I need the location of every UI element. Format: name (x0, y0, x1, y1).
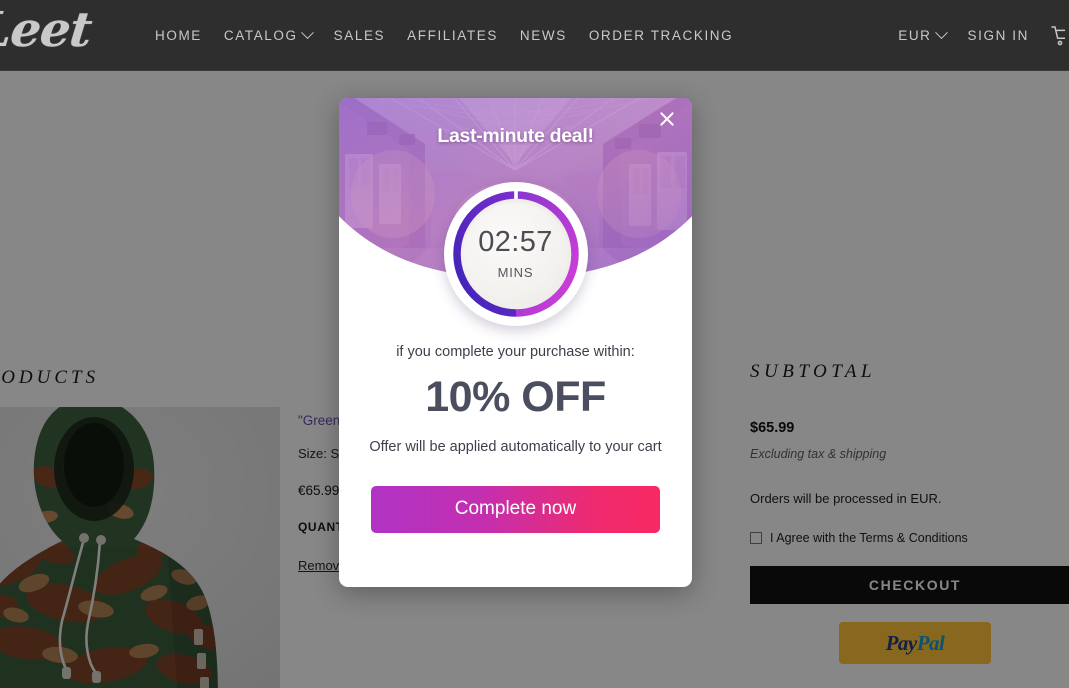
timer-value: 02:57 (478, 226, 553, 258)
main-navigation: HOME CATALOG SALES AFFILIATES NEWS ORDER… (155, 0, 733, 71)
nav-label: SALES (333, 28, 386, 43)
promo-subtext: Offer will be applied automatically to y… (369, 439, 662, 455)
header-right-actions: EUR SIGN IN (898, 0, 1069, 71)
countdown-timer: 02:57 MINS (443, 182, 588, 326)
complete-now-button[interactable]: Complete now (371, 485, 660, 533)
nav-item-affiliates[interactable]: AFFILIATES (407, 28, 498, 43)
timer-unit-label: MINS (497, 265, 534, 280)
timer-face: 02:57 MINS (460, 199, 571, 309)
nav-item-sales[interactable]: SALES (334, 28, 386, 43)
site-header: Leet HOME CATALOG SALES AFFILIATES NEWS … (0, 0, 1069, 71)
nav-item-news[interactable]: NEWS (520, 28, 567, 43)
nav-item-home[interactable]: HOME (155, 28, 202, 43)
shopping-cart-icon[interactable] (1051, 25, 1065, 47)
chevron-down-icon (300, 26, 314, 40)
currency-selector[interactable]: EUR (898, 26, 948, 43)
promo-modal: Last-minute deal! 02:57 MINS if you comp… (339, 98, 692, 587)
nav-label: CATALOG (223, 28, 298, 43)
sign-in-label: SIGN IN (967, 28, 1029, 43)
page-root: PRODUCTS (0, 0, 1069, 688)
brand-logo[interactable]: Leet (0, 2, 94, 58)
nav-label: NEWS (519, 28, 567, 43)
promo-hero-title: Last-minute deal! (437, 125, 594, 147)
promo-discount-headline: 10% OFF (425, 373, 606, 421)
currency-label: EUR (898, 28, 932, 43)
nav-label: HOME (155, 28, 202, 43)
promo-within-text: if you complete your purchase within: (396, 344, 635, 360)
nav-label: AFFILIATES (407, 28, 498, 43)
nav-item-catalog[interactable]: CATALOG (223, 26, 314, 43)
sign-in-link[interactable]: SIGN IN (968, 28, 1029, 43)
close-icon[interactable] (656, 108, 678, 130)
nav-item-order-tracking[interactable]: ORDER TRACKING (589, 28, 733, 43)
nav-label: ORDER TRACKING (588, 28, 734, 43)
chevron-down-icon (934, 26, 948, 40)
promo-body: if you complete your purchase within: 10… (339, 344, 692, 533)
